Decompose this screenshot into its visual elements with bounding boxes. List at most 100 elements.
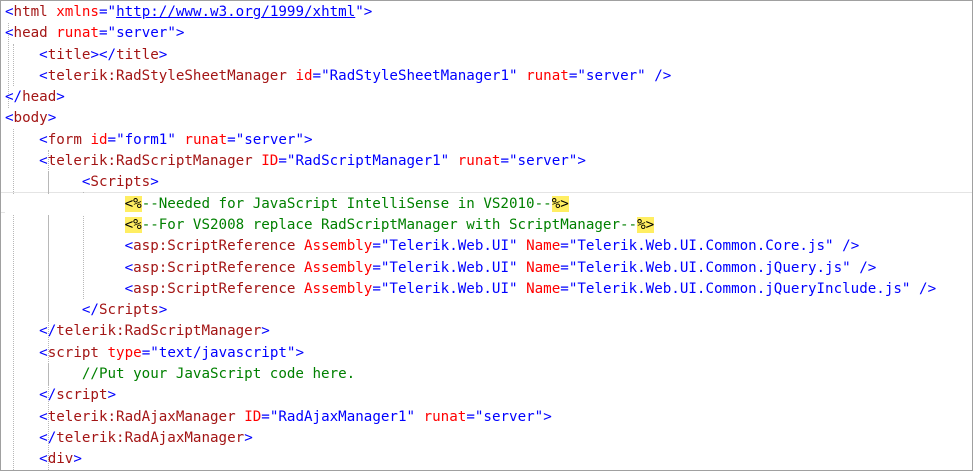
tag-name: asp:ScriptReference [133, 238, 296, 255]
bracket: > [304, 131, 313, 148]
code-line[interactable]: </Scripts> [5, 300, 972, 321]
code-line[interactable]: <Scripts> [5, 172, 972, 193]
attribute-name: type [107, 344, 142, 361]
code-line[interactable]: <head runat="server"> [5, 23, 972, 44]
tag-name: head [22, 89, 57, 106]
url-link[interactable]: http://www.w3.org/1999/xhtml [116, 4, 355, 20]
code-line[interactable]: <%--For VS2008 replace RadScriptManager … [5, 215, 972, 236]
bracket: < [124, 238, 134, 255]
code-line[interactable]: <script type="text/javascript"> [5, 343, 972, 364]
bracket: < [124, 280, 134, 297]
bracket: = [372, 259, 381, 276]
code-line[interactable]: <asp:ScriptReference Assembly= "Telerik.W… [5, 236, 972, 257]
bracket: > [543, 408, 552, 425]
bracket: = [372, 238, 381, 255]
bracket: > [73, 451, 82, 468]
bracket: </ [39, 323, 57, 340]
bracket: > [47, 110, 57, 127]
attribute-name: Assembly [303, 259, 373, 276]
code-line[interactable]: <asp:ScriptReference Assembly="Telerik.W… [5, 279, 972, 300]
bracket: < [39, 344, 48, 361]
bracket: /> [654, 67, 672, 84]
bracket: < [39, 451, 48, 468]
bracket: /> [859, 259, 877, 276]
attribute-value: "Telerik.Web.UI.Common.Core.js" [568, 238, 834, 255]
code-line[interactable]: </script> [5, 385, 972, 406]
attribute-value: "server" [577, 67, 646, 84]
bracket: </ [39, 387, 57, 404]
bracket: < [5, 110, 14, 127]
attribute-value: "server" [509, 153, 578, 170]
attribute-value: "Telerik.Web.UI.Common.jQuery.js" [568, 259, 851, 276]
attribute-value: " [355, 4, 364, 20]
attribute-name: id [90, 131, 108, 148]
bracket: > [244, 429, 253, 446]
code-editor[interactable]: <html xmlns="http://www.w3.org/1999/xhtm… [0, 0, 973, 471]
attribute-name: runat [457, 153, 501, 170]
attribute-name: ID [261, 153, 279, 170]
server-block-delimiter: %> [637, 216, 655, 233]
attribute-name: Name [526, 259, 561, 276]
tag-name: telerik:RadAjaxManager [47, 408, 236, 425]
tag-name: div [47, 451, 74, 468]
attribute-name: ID [244, 408, 262, 425]
code-line[interactable]: <form id="form1" runat="server"> [5, 130, 972, 151]
tag-name: title [116, 46, 159, 63]
code-line[interactable]: <%--Needed for JavaScript IntelliSense i… [5, 193, 972, 215]
code-line[interactable]: <telerik:RadScriptManager ID="RadScriptM… [5, 151, 972, 172]
code-line[interactable]: <telerik:RadAjaxManager ID="RadAjaxManag… [5, 407, 972, 428]
tag-name: html [13, 4, 48, 20]
code-line[interactable]: <title></title> [5, 45, 972, 66]
bracket: ></ [90, 46, 117, 63]
code-lines[interactable]: <html xmlns="http://www.w3.org/1999/xhtm… [5, 2, 972, 470]
code-line[interactable]: //Put your JavaScript code here. [5, 364, 972, 385]
code-line[interactable]: <div> [5, 449, 972, 470]
code-line[interactable]: </telerik:RadAjaxManager> [5, 428, 972, 449]
code-line[interactable]: </head> [5, 87, 972, 108]
bracket: = [560, 280, 569, 297]
bracket: </ [5, 89, 23, 106]
code-line[interactable]: <asp:ScriptReference Assembly="Telerik.W… [5, 258, 972, 279]
bracket: = [141, 344, 151, 361]
code-line[interactable]: <html xmlns="http://www.w3.org/1999/xhtm… [5, 2, 972, 23]
bracket: < [124, 259, 134, 276]
bracket: > [295, 344, 304, 361]
bracket: < [39, 153, 48, 170]
tag-name: asp:ScriptReference [133, 259, 296, 276]
attribute-name: Assembly [303, 238, 373, 255]
code-line[interactable]: <body> [5, 108, 972, 129]
bracket: < [39, 46, 48, 63]
code-line[interactable]: <telerik:RadStyleSheetManager id="RadSty… [5, 66, 972, 87]
server-block-delimiter: <% [124, 195, 142, 212]
code-line[interactable]: </telerik:RadScriptManager> [5, 321, 972, 342]
comment-text: --For VS2008 replace RadScriptManager wi… [141, 216, 638, 233]
bracket: /> [919, 280, 937, 297]
attribute-value: "Telerik.Web.UI" [380, 259, 518, 276]
bracket: > [158, 46, 168, 63]
bracket: > [261, 323, 270, 340]
tag-name: form [47, 131, 82, 148]
tag-name: telerik:RadStyleSheetManager [47, 67, 287, 84]
attribute-value: "server" [107, 25, 176, 42]
